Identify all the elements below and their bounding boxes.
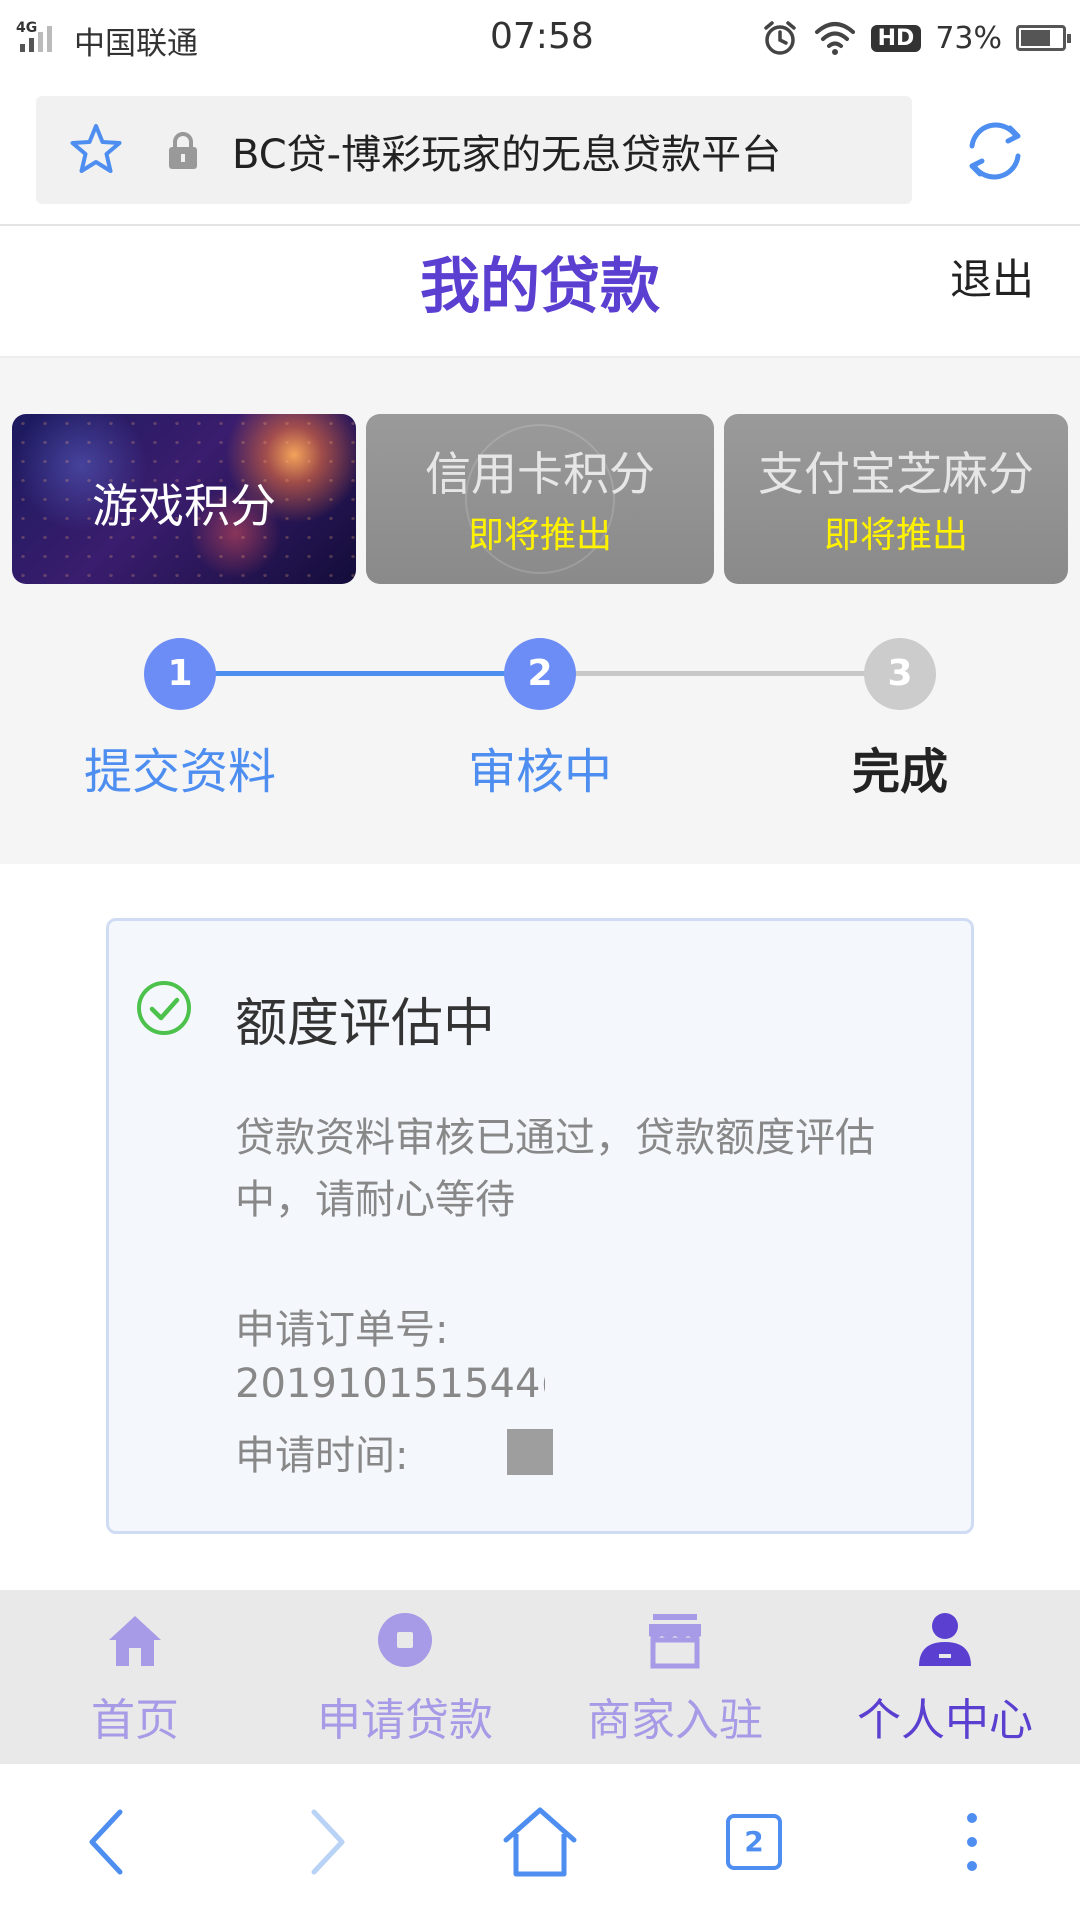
coming-soon-badge: 即将推出 xyxy=(467,515,612,556)
home-icon[interactable] xyxy=(500,1802,580,1882)
wifi-icon xyxy=(814,22,855,55)
card-label: 游戏积分 xyxy=(92,479,276,533)
browser-toolbar: 2 xyxy=(0,1764,1080,1920)
status-title: 额度评估中 xyxy=(235,994,496,1054)
status-description: 贷款资料审核已通过，贷款额度评估中，请耐心等待 xyxy=(235,1115,875,1223)
card-label: 支付宝芝麻分 xyxy=(758,447,1034,501)
clock: 07:58 xyxy=(490,16,594,57)
store-icon xyxy=(649,1614,701,1669)
nav-item-apply-loan[interactable]: 申请贷款 xyxy=(270,1590,540,1764)
page-header: 我的贷款 退出 xyxy=(0,226,1080,356)
nav-item-merchant[interactable]: 商家入驻 xyxy=(540,1590,810,1764)
network-type: 4G xyxy=(16,20,38,36)
battery-percent: 73% xyxy=(935,20,1002,56)
nav-item-home[interactable]: 首页 xyxy=(0,1590,270,1764)
signal-icon: 4G xyxy=(16,20,62,52)
back-icon[interactable] xyxy=(70,1802,150,1882)
progress-line-todo xyxy=(540,671,900,676)
step-1-marker: 1 xyxy=(144,638,216,710)
card-label: 信用卡积分 xyxy=(425,447,655,501)
star-icon[interactable] xyxy=(66,120,126,180)
game-score-card[interactable]: 游戏积分 xyxy=(12,414,356,584)
nav-label: 首页 xyxy=(91,1695,179,1746)
forward-icon[interactable] xyxy=(284,1802,364,1882)
nav-label: 个人中心 xyxy=(857,1695,1033,1746)
nav-label: 商家入驻 xyxy=(587,1695,763,1746)
nav-item-profile[interactable]: 个人中心 xyxy=(810,1590,1080,1764)
alarm-icon xyxy=(763,21,796,55)
redaction-block xyxy=(507,1429,553,1475)
apply-time-label: 申请时间: xyxy=(235,1433,409,1479)
alipay-score-card[interactable]: 支付宝芝麻分 即将推出 xyxy=(724,414,1068,584)
tabs-count: 2 xyxy=(726,1814,782,1870)
step-1-label: 提交资料 xyxy=(83,744,276,800)
status-card: 额度评估中 贷款资料审核已通过，贷款额度评估中，请耐心等待 申请订单号: 201… xyxy=(106,918,974,1534)
step-3-label: 完成 xyxy=(851,744,948,800)
logout-button[interactable]: 退出 xyxy=(950,246,1034,307)
nav-label: 申请贷款 xyxy=(317,1695,493,1746)
credit-card-score-card[interactable]: 信用卡积分 即将推出 xyxy=(366,414,714,584)
page-title: 我的贷款 xyxy=(420,252,660,322)
step-2-label: 审核中 xyxy=(467,744,612,800)
tabs-icon[interactable]: 2 xyxy=(714,1802,794,1882)
battery-icon xyxy=(1016,25,1071,51)
progress-line-done xyxy=(180,671,540,676)
battery-fill xyxy=(1021,30,1050,46)
coming-soon-badge: 即将推出 xyxy=(823,515,968,556)
order-number: 201910151544( xyxy=(235,1361,545,1407)
order-number-label: 申请订单号: xyxy=(235,1307,449,1353)
apply-loan-icon xyxy=(378,1613,432,1667)
address-bar[interactable]: BC贷-博彩玩家的无息贷款平台 xyxy=(36,96,912,204)
carrier-name: 中国联通 xyxy=(74,26,198,62)
step-2-marker: 2 xyxy=(504,638,576,710)
refresh-icon[interactable] xyxy=(958,114,1032,188)
lock-icon xyxy=(169,132,197,169)
app-bottom-nav: 首页 申请贷款 商家入驻 个人中心 xyxy=(0,1590,1080,1764)
hd-badge: HD xyxy=(870,24,922,52)
status-bar: 4G 中国联通 07:58 HD 73% xyxy=(0,0,1080,80)
home-icon xyxy=(109,1616,161,1666)
user-icon xyxy=(919,1613,971,1666)
step-3-marker: 3 xyxy=(864,638,936,710)
more-icon[interactable] xyxy=(932,1802,1012,1882)
check-circle-icon xyxy=(137,981,191,1035)
status-indicators: HD 73% xyxy=(761,16,1071,60)
url-text[interactable]: BC贷-博彩玩家的无息贷款平台 xyxy=(232,122,781,180)
